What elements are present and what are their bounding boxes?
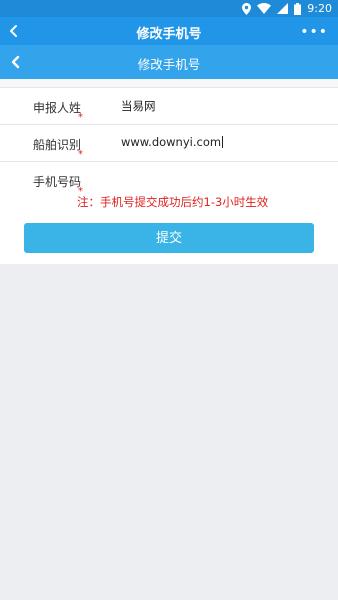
page-title: 修改手机号 [137,57,201,72]
applicant-name-row[interactable]: 申报人姓 * 当易网 [0,88,338,125]
required-mark: * [78,112,83,123]
vessel-id-row[interactable]: 船舶识别 * www.downyi.com [0,125,338,162]
wifi-icon [257,3,272,14]
text-cursor [222,136,224,148]
applicant-name-label: 申报人姓 [33,101,82,115]
status-time: 9:20 [307,2,332,15]
vessel-id-label: 船舶识别 [33,138,82,152]
signal-icon [277,3,289,14]
app-bar-title: 修改手机号 [136,27,202,42]
effective-time-note: 注：手机号提交成功后约1-3小时生效 [77,195,269,209]
form-top-divider [0,79,338,88]
page-header: 修改手机号 [0,45,338,79]
phone-number-label: 手机号码 [33,175,82,189]
status-bar: 9:20 [0,0,338,17]
app-bar: 修改手机号 ••• [0,17,338,45]
submit-button[interactable]: 提交 [24,223,314,253]
phone-number-row[interactable]: 手机号码 * [0,162,338,198]
more-icon[interactable]: ••• [300,24,328,40]
battery-icon [294,2,302,15]
change-phone-form: 申报人姓 * 当易网 船舶识别 * www.downyi.com 手机号码 * … [0,79,338,264]
applicant-name-input[interactable]: 当易网 [121,98,156,114]
required-mark: * [78,149,83,160]
vessel-id-value: www.downyi.com [121,135,222,149]
vessel-id-input[interactable]: www.downyi.com [121,135,224,149]
location-icon [242,2,252,15]
